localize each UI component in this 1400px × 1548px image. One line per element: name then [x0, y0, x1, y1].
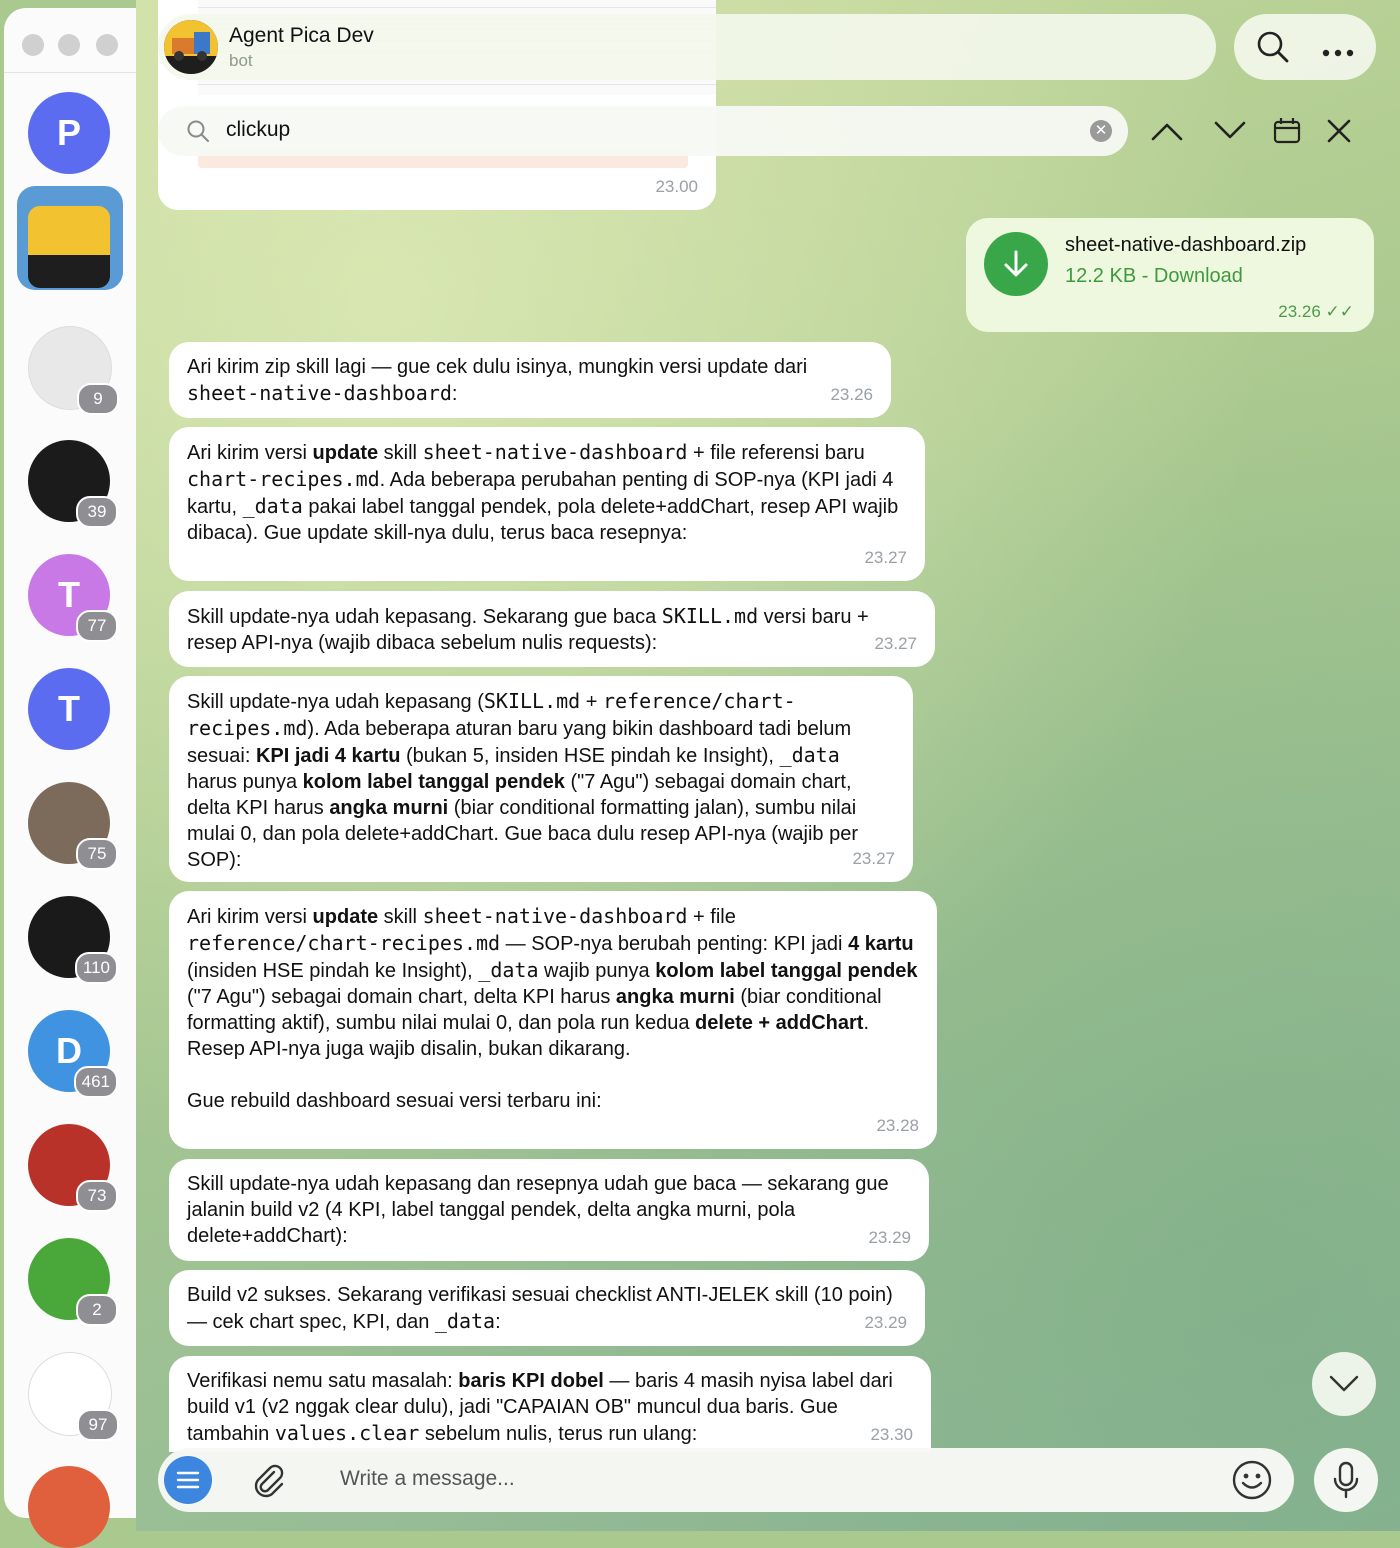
chevron-down-icon [1329, 1375, 1359, 1392]
search-icon[interactable] [1256, 30, 1290, 69]
unread-badge: 110 [74, 952, 118, 984]
chat-area: 23.00 Agent Pica Dev bot clickup ✕ sheet… [136, 0, 1400, 1531]
unread-badge: 75 [76, 838, 118, 870]
message-bubble[interactable]: Verifikasi nemu satu masalah: baris KPI … [169, 1356, 931, 1452]
message-text: Ari kirim versi update skill sheet-nativ… [187, 904, 918, 1060]
scroll-to-bottom-button[interactable] [1312, 1352, 1376, 1416]
message-time: 23.27 [864, 548, 907, 567]
file-size-download[interactable]: 12.2 KB - Download [1065, 265, 1243, 288]
message-text: Build v2 sukses. Sekarang verifikasi ses… [187, 1284, 893, 1333]
avatar-letter: P [56, 112, 81, 153]
avatar-letter: T [58, 574, 80, 615]
chevron-up-icon[interactable] [1144, 108, 1190, 154]
header-actions [1234, 14, 1376, 80]
chat-avatar[interactable]: 75 [28, 782, 118, 870]
avatar-letter: T [58, 688, 80, 729]
message-text: Gue rebuild dashboard sesuai versi terba… [187, 1090, 602, 1112]
chat-avatar[interactable] [28, 1466, 110, 1548]
unread-badge: 97 [77, 1409, 119, 1441]
message-text: Skill update-nya udah kepasang (SKILL.md… [187, 689, 858, 871]
message-bubble[interactable]: Ari kirim zip skill lagi — gue cek dulu … [169, 342, 891, 418]
message-input[interactable]: Write a message... [340, 1467, 515, 1491]
message-text: Verifikasi nemu satu masalah: baris KPI … [187, 1370, 893, 1445]
close-search-icon[interactable] [1316, 108, 1362, 154]
message-time: 23.28 [876, 1116, 919, 1135]
chat-avatar[interactable]: T 77 [28, 554, 118, 642]
chevron-down-icon[interactable] [1207, 108, 1253, 154]
chat-list-sidebar: P 9 39 T 77 T 75 110 D 461 73 2 97 [4, 8, 136, 1548]
message-time: 23.29 [864, 1313, 907, 1332]
microphone-button[interactable] [1314, 1448, 1378, 1512]
message-text: Ari kirim versi update skill sheet-nativ… [187, 440, 899, 544]
file-name[interactable]: sheet-native-dashboard.zip [1065, 234, 1306, 257]
chat-avatar[interactable]: 2 [28, 1238, 118, 1326]
chat-avatar[interactable]: T [28, 668, 110, 750]
chat-avatar[interactable]: P [28, 92, 110, 174]
message-search-bar[interactable]: clickup ✕ [158, 106, 1128, 156]
search-input[interactable]: clickup [226, 118, 290, 142]
download-icon[interactable] [984, 232, 1048, 296]
search-icon [186, 119, 210, 148]
message-text: Skill update-nya udah kepasang. Sekarang… [187, 604, 869, 654]
chat-avatar[interactable]: 110 [28, 896, 118, 984]
outgoing-file-message[interactable]: sheet-native-dashboard.zip 12.2 KB - Dow… [966, 218, 1374, 332]
unread-badge: 461 [73, 1066, 118, 1098]
chat-avatar[interactable]: 39 [28, 440, 118, 528]
message-time: 23.27 [852, 849, 895, 868]
clear-search-icon[interactable]: ✕ [1090, 120, 1112, 142]
unread-badge: 73 [76, 1180, 118, 1212]
unread-badge: 9 [77, 383, 119, 415]
message-bubble[interactable]: Skill update-nya udah kepasang (SKILL.md… [169, 676, 913, 882]
microphone-icon [1333, 1461, 1359, 1499]
more-options-icon[interactable] [1322, 44, 1354, 62]
message-composer: Write a message... [158, 1448, 1294, 1512]
window-zoom-button[interactable] [96, 34, 118, 56]
message-time: 23.26 [830, 385, 873, 404]
message-bubble[interactable]: Ari kirim versi update skill sheet-nativ… [169, 427, 925, 581]
bot-menu-button[interactable] [164, 1456, 212, 1504]
chat-title: Agent Pica Dev [229, 24, 374, 47]
avatar-letter: D [56, 1030, 82, 1071]
chat-avatar[interactable]: 73 [28, 1124, 118, 1212]
message-bubble[interactable]: Skill update-nya udah kepasang. Sekarang… [169, 591, 935, 667]
message-text: Ari kirim zip skill lagi — gue cek dulu … [187, 356, 808, 405]
window-minimize-button[interactable] [58, 34, 80, 56]
message-text: Skill update-nya udah kepasang dan resep… [187, 1173, 889, 1247]
paperclip-icon[interactable] [248, 1460, 288, 1505]
chat-subtitle: bot [229, 51, 253, 70]
message-bubble[interactable]: Skill update-nya udah kepasang dan resep… [169, 1159, 929, 1261]
message-time: 23.30 [870, 1425, 913, 1444]
unread-badge: 2 [76, 1294, 118, 1326]
sidebar-divider [4, 72, 136, 73]
unread-badge: 77 [76, 610, 118, 642]
chat-avatar[interactable]: 97 [28, 1352, 119, 1441]
chat-avatar[interactable]: 9 [28, 326, 119, 415]
message-bubble[interactable]: Build v2 sukses. Sekarang verifikasi ses… [169, 1270, 925, 1346]
bot-avatar[interactable] [164, 20, 218, 74]
message-time: 23.00 [655, 177, 698, 196]
chat-avatar[interactable]: D 461 [28, 1010, 118, 1098]
message-time: 23.26 ✓✓ [1278, 302, 1354, 321]
emoji-icon[interactable] [1230, 1458, 1274, 1507]
unread-badge: 39 [76, 496, 118, 528]
message-time: 23.27 [874, 634, 917, 653]
window-close-button[interactable] [22, 34, 44, 56]
calendar-icon[interactable] [1264, 108, 1310, 154]
message-time: 23.29 [868, 1228, 911, 1247]
message-bubble[interactable]: Ari kirim versi update skill sheet-nativ… [169, 891, 937, 1149]
chat-header[interactable]: Agent Pica Dev bot [158, 14, 1216, 80]
chat-avatar[interactable] [28, 206, 110, 288]
menu-icon [176, 1471, 200, 1489]
